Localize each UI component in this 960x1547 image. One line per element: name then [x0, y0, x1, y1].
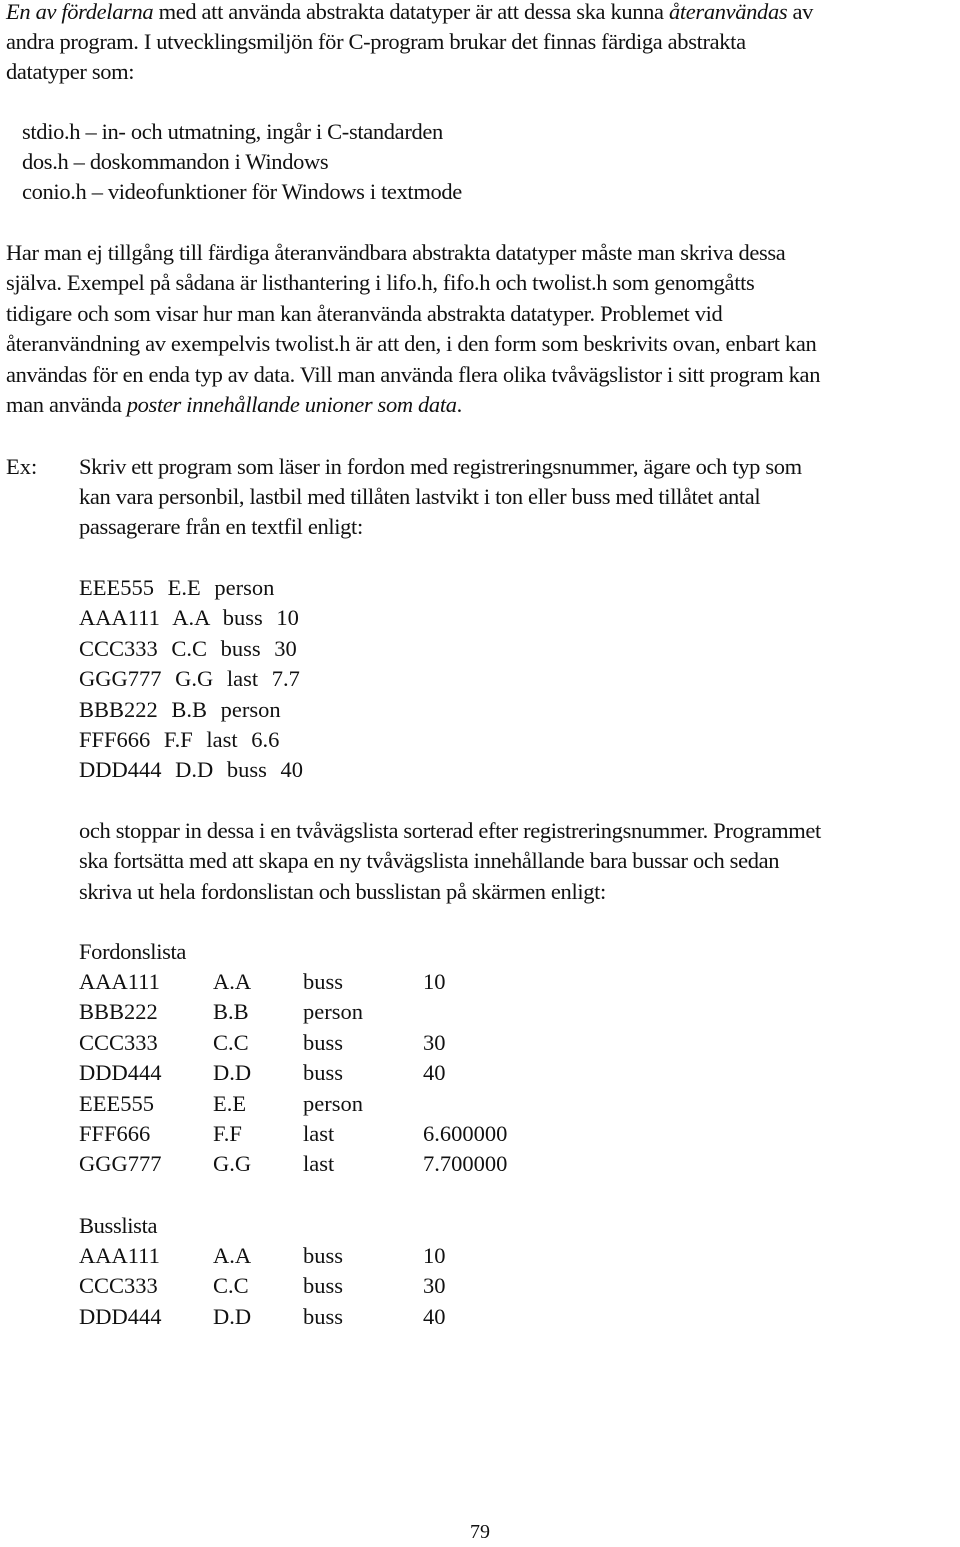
paragraph-last-start: man använda — [6, 392, 127, 417]
owner-cell: D.D — [213, 1060, 252, 1086]
input-file-row: CCC333 C.C buss 30 — [79, 636, 297, 661]
capacity-cell: 30 — [423, 1273, 446, 1299]
vehicle-type-cell: person — [303, 999, 363, 1025]
vehicle-type-cell: buss — [303, 1243, 344, 1268]
reg-number-cell: CCC333 — [79, 1029, 158, 1055]
paragraph-line: tidigare och som visar hur man kan återa… — [6, 301, 723, 326]
owner-cell: C.C — [213, 1029, 249, 1055]
owner-cell: F.F — [213, 1121, 242, 1146]
reg-number-cell: CCC333 — [79, 1273, 158, 1299]
capacity-cell: 40 — [423, 1060, 446, 1086]
example-label: Ex: — [6, 454, 38, 479]
paragraph-line: återanvändning av exempelvis twolist.h ä… — [6, 331, 817, 356]
continuation-line: och stoppar in dessa i en tvåvägslista s… — [79, 818, 821, 843]
paragraph-last-end: . — [456, 392, 463, 417]
vehicle-type-cell: last — [303, 1151, 335, 1177]
vehicle-type-cell: last — [303, 1121, 335, 1146]
reg-number-cell: FFF666 — [79, 1121, 151, 1146]
example-line: passagerare från en textfil enligt: — [79, 514, 363, 539]
capacity-cell: 6.600000 — [423, 1121, 508, 1146]
intro-tail: av — [787, 0, 814, 24]
input-file-row: GGG777 G.G last 7.7 — [79, 666, 300, 691]
input-file-row: BBB222 B.B person — [79, 697, 281, 722]
owner-cell: D.D — [213, 1303, 252, 1329]
input-file-row: FFF666 F.F last 6.6 — [79, 727, 280, 752]
paragraph-last-line: man använda poster innehållande unioner … — [6, 390, 462, 420]
owner-cell: A.A — [213, 1243, 252, 1268]
capacity-cell: 10 — [423, 1243, 446, 1268]
owner-cell: B.B — [213, 999, 249, 1025]
example-line: Skriv ett program som läser in fordon me… — [79, 454, 802, 479]
header-list-item: conio.h – videofunktioner för Windows i … — [22, 179, 462, 204]
vehicle-type-cell: buss — [303, 969, 344, 994]
vehicle-type-cell: buss — [303, 1273, 344, 1299]
paragraph-last-italic: poster innehållande unioner som data — [126, 392, 457, 417]
owner-cell: A.A — [213, 969, 252, 994]
reg-number-cell: DDD444 — [79, 1060, 162, 1086]
capacity-cell: 7.700000 — [423, 1151, 508, 1177]
vehicle-type-cell: buss — [303, 1029, 344, 1055]
reg-number-cell: DDD444 — [79, 1303, 162, 1329]
paragraph-line: själva. Exempel på sådana är listhanteri… — [6, 270, 755, 295]
owner-cell: G.G — [213, 1151, 252, 1177]
capacity-cell: 10 — [423, 969, 446, 994]
reg-number-cell: BBB222 — [79, 999, 158, 1025]
header-list-item: stdio.h – in- och utmatning, ingår i C-s… — [22, 119, 443, 144]
vehicle-type-cell: buss — [303, 1303, 344, 1329]
example-line: kan vara personbil, lastbil med tillåten… — [79, 484, 761, 509]
intro-line-2: andra program. I utvecklingsmiljön för C… — [6, 29, 746, 54]
input-file-row: DDD444 D.D buss 40 — [79, 757, 304, 782]
reg-number-cell: GGG777 — [79, 1151, 162, 1177]
owner-cell: C.C — [213, 1273, 249, 1299]
vehicle-type-cell: buss — [303, 1060, 344, 1086]
paragraph-line: Har man ej tillgång till färdiga återanv… — [6, 240, 786, 265]
busslista-title: Busslista — [79, 1213, 158, 1238]
continuation-line: skriva ut hela fordonslistan och busslis… — [79, 879, 606, 904]
intro-mid: med att använda abstrakta datatyper är a… — [153, 0, 669, 24]
continuation-line: ska fortsätta med att skapa en ny tvåväg… — [79, 848, 780, 873]
intro-italic-start: En av fördelarna — [6, 0, 154, 24]
intro-line-1: En av fördelarna med att använda abstrak… — [6, 0, 813, 27]
reg-number-cell: EEE555 — [79, 1090, 154, 1116]
paragraph-line: användas för en enda typ av data. Vill m… — [6, 362, 821, 387]
reg-number-cell: AAA111 — [79, 969, 160, 994]
vehicle-type-cell: person — [303, 1090, 363, 1116]
capacity-cell: 30 — [423, 1029, 446, 1055]
header-list-item: dos.h – doskommandon i Windows — [22, 149, 329, 174]
intro-line-3: datatyper som: — [6, 59, 135, 84]
input-file-row: AAA111 A.A buss 10 — [79, 605, 299, 630]
intro-italic-end: återanvändas — [668, 0, 788, 24]
input-file-row: EEE555 E.E person — [79, 575, 275, 600]
fordonslista-title: Fordonslista — [79, 939, 187, 964]
owner-cell: E.E — [213, 1090, 247, 1116]
capacity-cell: 40 — [423, 1303, 446, 1329]
reg-number-cell: AAA111 — [79, 1243, 160, 1268]
